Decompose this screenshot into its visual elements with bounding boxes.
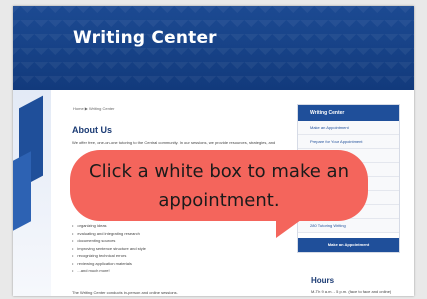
hours-heading: Hours [311, 276, 335, 285]
make-appointment-button[interactable]: Make an Appointment [298, 238, 399, 252]
sidebar-heading: Writing Center [298, 105, 399, 121]
hours-text: M-Th 9 a.m. - 5 p.m. (face to face and o… [311, 289, 392, 294]
page-title: Writing Center [73, 28, 217, 48]
list-item: documenting sources [72, 237, 146, 245]
list-item: recognizing technical errors [72, 252, 146, 260]
callout-text: Click a white box to make an appointment… [89, 161, 349, 211]
about-paragraph: We offer free, one-on-one tutoring to th… [72, 140, 276, 145]
list-item: evaluating and integrating research [72, 230, 146, 238]
sidebar-item-prepare[interactable]: Prepare for Your Appointment [298, 135, 399, 149]
decorative-shape [13, 151, 31, 231]
list-item: ...and much more! [72, 267, 146, 275]
sessions-note: The Writing Center conducts in-person an… [72, 290, 178, 295]
sidebar-item-make-appointment[interactable]: Make an Appointment [298, 121, 399, 135]
breadcrumb[interactable]: Home ▶ Writing Center [73, 106, 114, 111]
header-banner: Writing Center [13, 6, 414, 90]
services-list: organizing ideas evaluating and integrat… [72, 222, 146, 275]
browser-viewport: Writing Center Home ▶ Writing Center Abo… [13, 6, 414, 296]
list-item: organizing ideas [72, 222, 146, 230]
list-item: reviewing application materials [72, 260, 146, 268]
callout-tail [276, 212, 312, 238]
about-heading: About Us [72, 125, 112, 135]
list-item: improving sentence structure and style [72, 245, 145, 253]
sidebar-item-tutoring[interactable]: 280 Tutoring Writing [298, 219, 399, 233]
